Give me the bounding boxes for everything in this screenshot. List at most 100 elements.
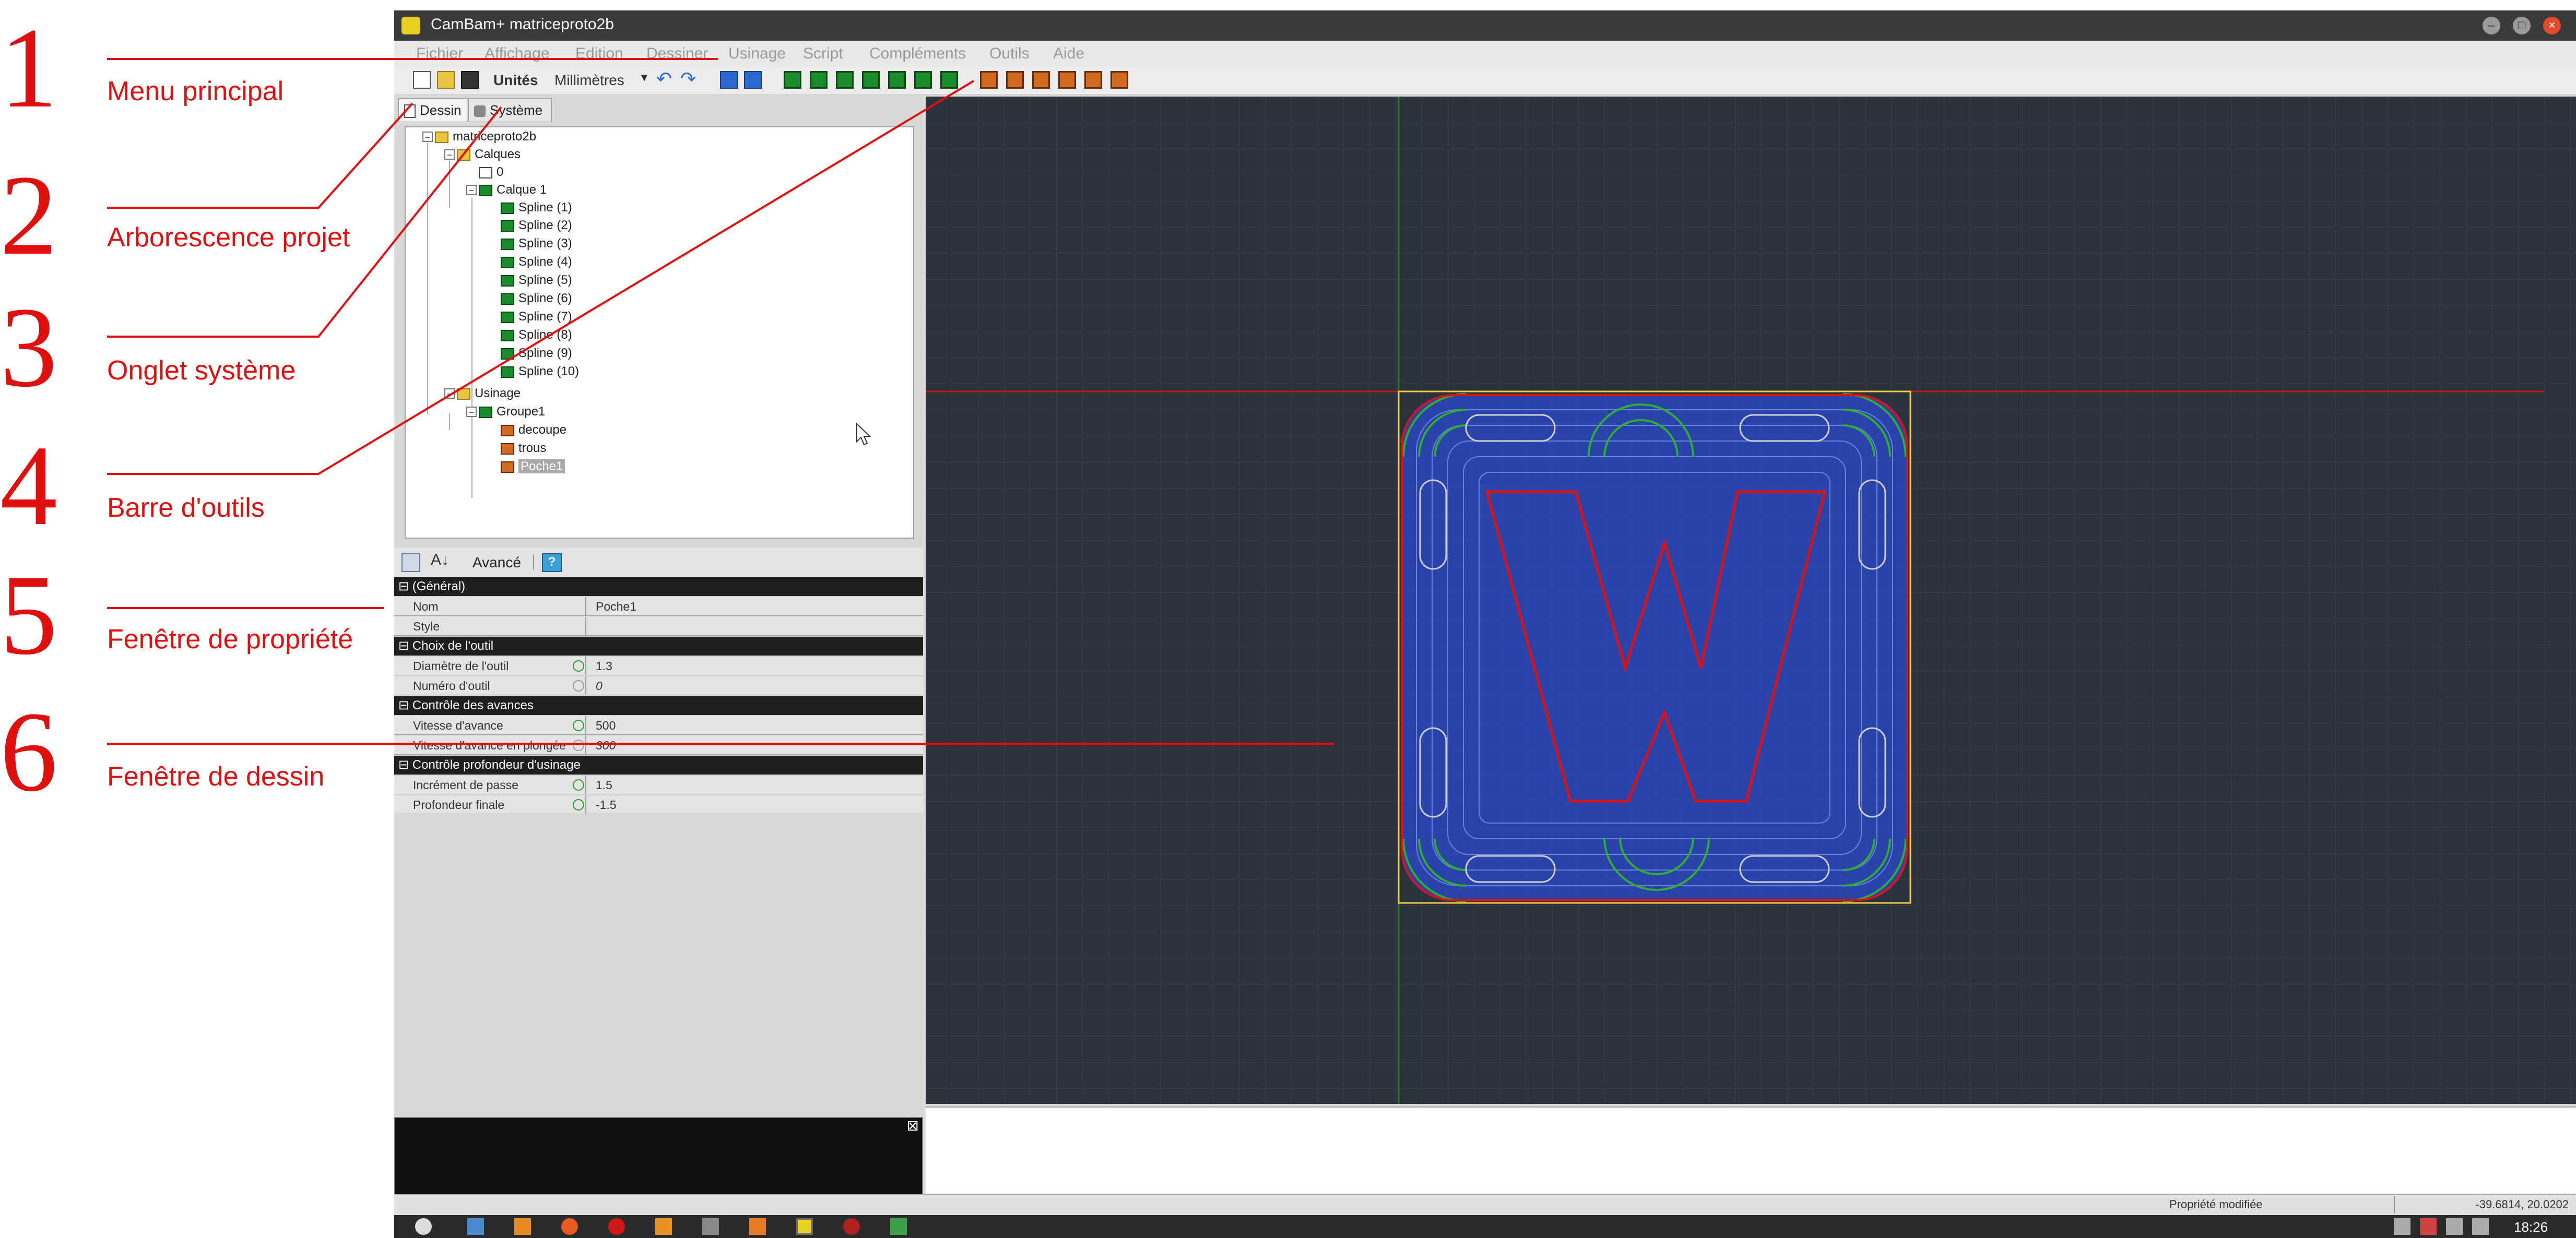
category-general[interactable]: ⊟ (Général)	[394, 577, 923, 596]
save-icon[interactable]	[461, 71, 479, 89]
auto-value-icon[interactable]	[573, 779, 584, 791]
lathe-op-icon[interactable]	[1084, 71, 1102, 89]
blender-icon[interactable]	[749, 1218, 766, 1235]
draw-spline-icon[interactable]	[940, 71, 958, 89]
prop-row-tool-diameter[interactable]: Diamètre de l'outil 1.3	[394, 657, 923, 675]
collapse-icon[interactable]: −	[466, 407, 477, 417]
draw-rectangle-icon[interactable]	[862, 71, 880, 89]
tree-spline[interactable]: Spline (6)	[501, 291, 572, 306]
tree-spline[interactable]: Spline (10)	[501, 364, 579, 379]
tree-op-cutting[interactable]: decoupe	[501, 423, 566, 437]
category-tool[interactable]: ⊟ Choix de l'outil	[394, 637, 923, 656]
tree-layer-1[interactable]: Calque 1	[479, 183, 547, 197]
tree-spline[interactable]: Spline (1)	[501, 200, 572, 215]
menu-help[interactable]: Aide	[1053, 45, 1084, 63]
prop-value[interactable]: Poche1	[596, 597, 636, 616]
tree-spline[interactable]: Spline (4)	[501, 255, 572, 269]
tree-group[interactable]: Groupe1	[479, 404, 545, 419]
battery-icon[interactable]	[2472, 1218, 2489, 1235]
prop-row-plunge-rate[interactable]: Vitesse d'avance en plongée 300	[394, 736, 923, 755]
menu-plugins[interactable]: Compléments	[869, 45, 966, 63]
default-value-icon[interactable]	[573, 680, 584, 692]
units-select[interactable]: Millimètres	[554, 72, 624, 89]
chevron-down-icon[interactable]: ▾	[641, 70, 647, 85]
menu-script[interactable]: Script	[803, 45, 843, 63]
menu-edit[interactable]: Edition	[575, 45, 623, 63]
snap-grid-icon[interactable]	[720, 71, 738, 89]
tree-op-pocket[interactable]: Poche1	[501, 459, 565, 474]
collapse-icon[interactable]: −	[444, 149, 455, 160]
menu-tools[interactable]: Outils	[989, 45, 1030, 63]
tab-system[interactable]: Système	[468, 98, 552, 122]
maximize-icon[interactable]: □	[2513, 17, 2531, 34]
draw-arc-icon[interactable]	[914, 71, 932, 89]
tree-layers[interactable]: Calques	[457, 147, 521, 162]
draw-points-icon[interactable]	[836, 71, 854, 89]
collapse-icon[interactable]: −	[422, 132, 433, 142]
tree-spline[interactable]: Spline (7)	[501, 309, 572, 324]
drawing-window[interactable]	[926, 97, 2576, 1104]
tree-spline[interactable]: Spline (9)	[501, 346, 572, 361]
new-file-icon[interactable]	[413, 71, 431, 89]
app-icon[interactable]	[655, 1218, 672, 1235]
menu-file[interactable]: Fichier	[416, 45, 463, 63]
draw-circle-icon[interactable]	[810, 71, 828, 89]
auto-value-icon[interactable]	[573, 799, 584, 811]
prop-row-tool-number[interactable]: Numéro d'outil 0	[394, 676, 923, 695]
advanced-button[interactable]: Avancé	[472, 554, 521, 571]
help-icon[interactable]: ?	[542, 553, 562, 572]
tree-layer-0[interactable]: 0	[479, 165, 503, 180]
prop-value[interactable]: 1.3	[596, 657, 612, 675]
grid-icon[interactable]	[744, 71, 762, 89]
opera-icon[interactable]	[608, 1218, 625, 1235]
tree-spline[interactable]: Spline (2)	[501, 218, 572, 233]
engrave-op-icon[interactable]	[1058, 71, 1076, 89]
menu-machining[interactable]: Usinage	[728, 45, 786, 63]
tree-spline[interactable]: Spline (8)	[501, 328, 572, 342]
3d-profile-op-icon[interactable]	[1110, 71, 1128, 89]
prop-row-target-depth[interactable]: Profondeur finale -1.5	[394, 795, 923, 814]
tree-root[interactable]: matriceproto2b	[435, 129, 536, 144]
prop-value[interactable]: 1.5	[596, 776, 612, 794]
volume-icon[interactable]	[2446, 1218, 2463, 1235]
tab-drawing[interactable]: Dessin	[398, 98, 467, 122]
start-menu-icon[interactable]	[415, 1218, 432, 1235]
prop-row-depth-increment[interactable]: Incrément de passe 1.5	[394, 776, 923, 794]
close-icon[interactable]: ⊠	[907, 1117, 919, 1134]
menu-view[interactable]: Affichage	[485, 45, 550, 63]
close-icon[interactable]: ×	[2543, 17, 2561, 34]
auto-value-icon[interactable]	[573, 660, 584, 672]
vlc-icon[interactable]	[514, 1218, 531, 1235]
tree-op-holes[interactable]: trous	[501, 441, 546, 456]
tree-spline[interactable]: Spline (3)	[501, 236, 572, 251]
minimize-icon[interactable]: –	[2483, 17, 2500, 34]
prop-value[interactable]: 0	[596, 676, 602, 695]
default-value-icon[interactable]	[573, 740, 584, 751]
app-icon[interactable]	[843, 1218, 860, 1235]
menu-draw[interactable]: Dessiner	[646, 45, 708, 63]
camera-icon[interactable]	[702, 1218, 719, 1235]
collapse-icon[interactable]: −	[466, 185, 477, 195]
collapse-icon[interactable]: −	[444, 388, 455, 399]
pocket-op-icon[interactable]	[1006, 71, 1024, 89]
redo-icon[interactable]: ↷	[680, 68, 696, 90]
draw-text-icon[interactable]	[888, 71, 906, 89]
flag-icon[interactable]	[2420, 1218, 2437, 1235]
auto-value-icon[interactable]	[573, 720, 584, 731]
prop-row-name[interactable]: Nom Poche1	[394, 597, 923, 616]
prop-value[interactable]: 300	[596, 736, 616, 755]
draw-polyline-icon[interactable]	[784, 71, 801, 89]
open-folder-icon[interactable]	[437, 71, 455, 89]
prop-value[interactable]: -1.5	[596, 795, 617, 814]
network-icon[interactable]	[2394, 1218, 2410, 1235]
file-manager-icon[interactable]	[467, 1218, 484, 1235]
firefox-icon[interactable]	[561, 1218, 578, 1235]
profile-op-icon[interactable]	[980, 71, 998, 89]
prop-value[interactable]: 500	[596, 716, 616, 735]
cambam-task-icon[interactable]	[796, 1218, 813, 1235]
prop-row-style[interactable]: Style	[394, 617, 923, 636]
tree-spline[interactable]: Spline (5)	[501, 273, 572, 288]
category-feed[interactable]: ⊟ Contrôle des avances	[394, 696, 923, 715]
prop-row-feed-rate[interactable]: Vitesse d'avance 500	[394, 716, 923, 735]
sort-alpha-icon[interactable]: A↓	[431, 551, 449, 569]
